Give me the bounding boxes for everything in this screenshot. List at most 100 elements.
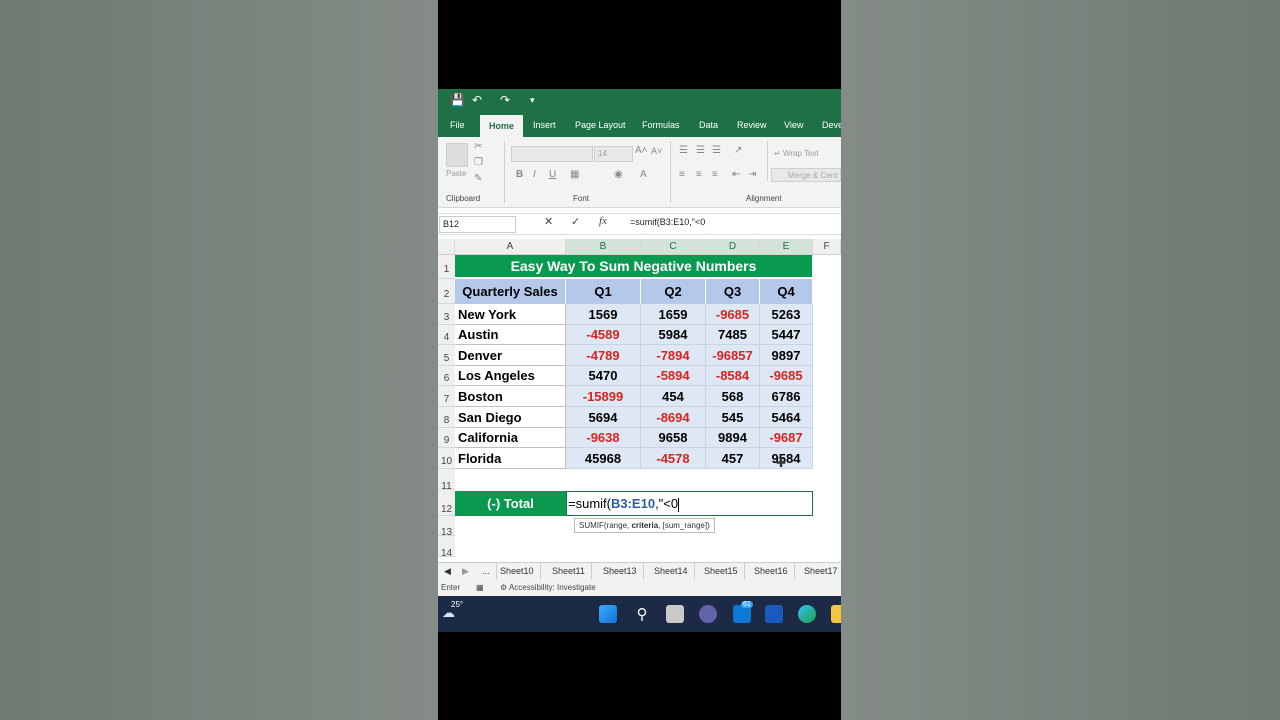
- value-cell[interactable]: -9687: [760, 428, 813, 448]
- column-header[interactable]: C: [641, 239, 706, 255]
- font-size-dropdown[interactable]: 14: [594, 146, 633, 162]
- tab-formulas[interactable]: Formulas: [642, 113, 680, 137]
- value-cell[interactable]: -4578: [641, 448, 706, 469]
- teams-icon[interactable]: [699, 605, 717, 623]
- value-cell[interactable]: 9584: [760, 448, 813, 469]
- header-cell[interactable]: Q4: [760, 279, 813, 304]
- merge-center-button[interactable]: Merge & Cent: [771, 168, 841, 182]
- increase-font-icon[interactable]: A˄: [635, 145, 648, 156]
- value-cell[interactable]: -15899: [566, 386, 641, 407]
- tab-insert[interactable]: Insert: [533, 113, 556, 137]
- search-icon[interactable]: ⚲: [633, 605, 651, 623]
- prev-sheet-icon[interactable]: ◀: [444, 563, 451, 580]
- value-cell[interactable]: -96857: [706, 345, 760, 366]
- align-left-icon[interactable]: ≡: [679, 169, 685, 180]
- row-header[interactable]: 14: [438, 536, 455, 559]
- value-cell[interactable]: -4589: [566, 325, 641, 345]
- accessibility-status[interactable]: ⚙ Accessibility: Investigate: [500, 579, 596, 596]
- font-name-dropdown[interactable]: [511, 146, 593, 162]
- align-bottom-icon[interactable]: ☰: [712, 145, 721, 156]
- value-cell[interactable]: 45968: [566, 448, 641, 469]
- value-cell[interactable]: 568: [706, 386, 760, 407]
- tab-developer[interactable]: Deve: [822, 113, 841, 137]
- next-sheet-icon[interactable]: ▶: [462, 563, 469, 580]
- header-cell[interactable]: Quarterly Sales: [455, 279, 566, 304]
- value-cell[interactable]: 454: [641, 386, 706, 407]
- align-top-icon[interactable]: ☰: [679, 145, 688, 156]
- value-cell[interactable]: 545: [706, 407, 760, 428]
- edge-icon[interactable]: [798, 605, 816, 623]
- row-header[interactable]: 12: [438, 490, 455, 516]
- borders-icon[interactable]: ▦: [570, 169, 579, 180]
- file-explorer-icon[interactable]: [831, 605, 841, 623]
- tab-home[interactable]: Home: [480, 115, 524, 137]
- format-painter-icon[interactable]: ✎: [474, 173, 482, 184]
- value-cell[interactable]: -9638: [566, 428, 641, 448]
- tab-data[interactable]: Data: [699, 113, 718, 137]
- select-all-corner[interactable]: [438, 239, 455, 255]
- row-header[interactable]: 5: [438, 345, 455, 366]
- value-cell[interactable]: 1569: [566, 304, 641, 325]
- task-view-icon[interactable]: [666, 605, 684, 623]
- row-header[interactable]: 11: [438, 469, 455, 492]
- tab-file[interactable]: File: [450, 113, 465, 137]
- function-icon[interactable]: fx: [599, 215, 607, 227]
- value-cell[interactable]: 5447: [760, 325, 813, 345]
- sheet-tab[interactable]: Sheet10: [494, 563, 541, 580]
- align-middle-icon[interactable]: ☰: [696, 145, 705, 156]
- city-cell[interactable]: Denver: [455, 345, 566, 366]
- sheet-tab[interactable]: Sheet17: [798, 563, 841, 580]
- value-cell[interactable]: -8694: [641, 407, 706, 428]
- bold-icon[interactable]: B: [516, 169, 523, 180]
- row-header[interactable]: 6: [438, 366, 455, 386]
- tab-review[interactable]: Review: [737, 113, 767, 137]
- start-icon[interactable]: [599, 605, 617, 623]
- value-cell[interactable]: 5470: [566, 366, 641, 386]
- value-cell[interactable]: 1659: [641, 304, 706, 325]
- header-cell[interactable]: Q3: [706, 279, 760, 304]
- value-cell[interactable]: 7485: [706, 325, 760, 345]
- cancel-icon[interactable]: ✕: [544, 215, 553, 228]
- column-header[interactable]: B: [566, 239, 641, 255]
- row-header[interactable]: 8: [438, 407, 455, 428]
- sheet-tab[interactable]: Sheet13: [597, 563, 644, 580]
- city-cell[interactable]: Los Angeles: [455, 366, 566, 386]
- city-cell[interactable]: San Diego: [455, 407, 566, 428]
- column-header[interactable]: D: [706, 239, 760, 255]
- value-cell[interactable]: 9897: [760, 345, 813, 366]
- increase-indent-icon[interactable]: ⇥: [748, 169, 756, 180]
- sheet-tab[interactable]: Sheet16: [748, 563, 795, 580]
- tab-page-layout[interactable]: Page Layout: [575, 113, 626, 137]
- sheet-tab[interactable]: Sheet15: [698, 563, 745, 580]
- fill-color-icon[interactable]: ◉: [614, 169, 623, 180]
- undo-icon[interactable]: ↶: [472, 93, 482, 107]
- header-cell[interactable]: Q2: [641, 279, 706, 304]
- row-header[interactable]: 13: [438, 516, 455, 538]
- decrease-font-icon[interactable]: A˅: [651, 146, 662, 156]
- row-header[interactable]: 2: [438, 279, 455, 304]
- value-cell[interactable]: -5894: [641, 366, 706, 386]
- value-cell[interactable]: -9685: [760, 366, 813, 386]
- city-cell[interactable]: Florida: [455, 448, 566, 469]
- value-cell[interactable]: -8584: [706, 366, 760, 386]
- value-cell[interactable]: -4789: [566, 345, 641, 366]
- redo-icon[interactable]: ↷: [500, 93, 510, 107]
- save-icon[interactable]: 💾: [450, 93, 465, 107]
- city-cell[interactable]: New York: [455, 304, 566, 325]
- city-cell[interactable]: Boston: [455, 386, 566, 407]
- value-cell[interactable]: -9685: [706, 304, 760, 325]
- column-header[interactable]: F: [813, 239, 841, 255]
- value-cell[interactable]: 5984: [641, 325, 706, 345]
- row-header[interactable]: 10: [438, 448, 455, 469]
- decrease-indent-icon[interactable]: ⇤: [732, 169, 740, 180]
- value-cell[interactable]: 457: [706, 448, 760, 469]
- orientation-icon[interactable]: ↗: [734, 145, 742, 156]
- sheet-tab[interactable]: Sheet11: [546, 563, 592, 580]
- value-cell[interactable]: -7894: [641, 345, 706, 366]
- city-cell[interactable]: Austin: [455, 325, 566, 345]
- total-label-cell[interactable]: (-) Total: [455, 491, 566, 516]
- align-right-icon[interactable]: ≡: [712, 169, 718, 180]
- word-icon[interactable]: [765, 605, 783, 623]
- wrap-text-button[interactable]: ↵ Wrap Text: [774, 149, 819, 158]
- sheet-tab[interactable]: Sheet14: [648, 563, 695, 580]
